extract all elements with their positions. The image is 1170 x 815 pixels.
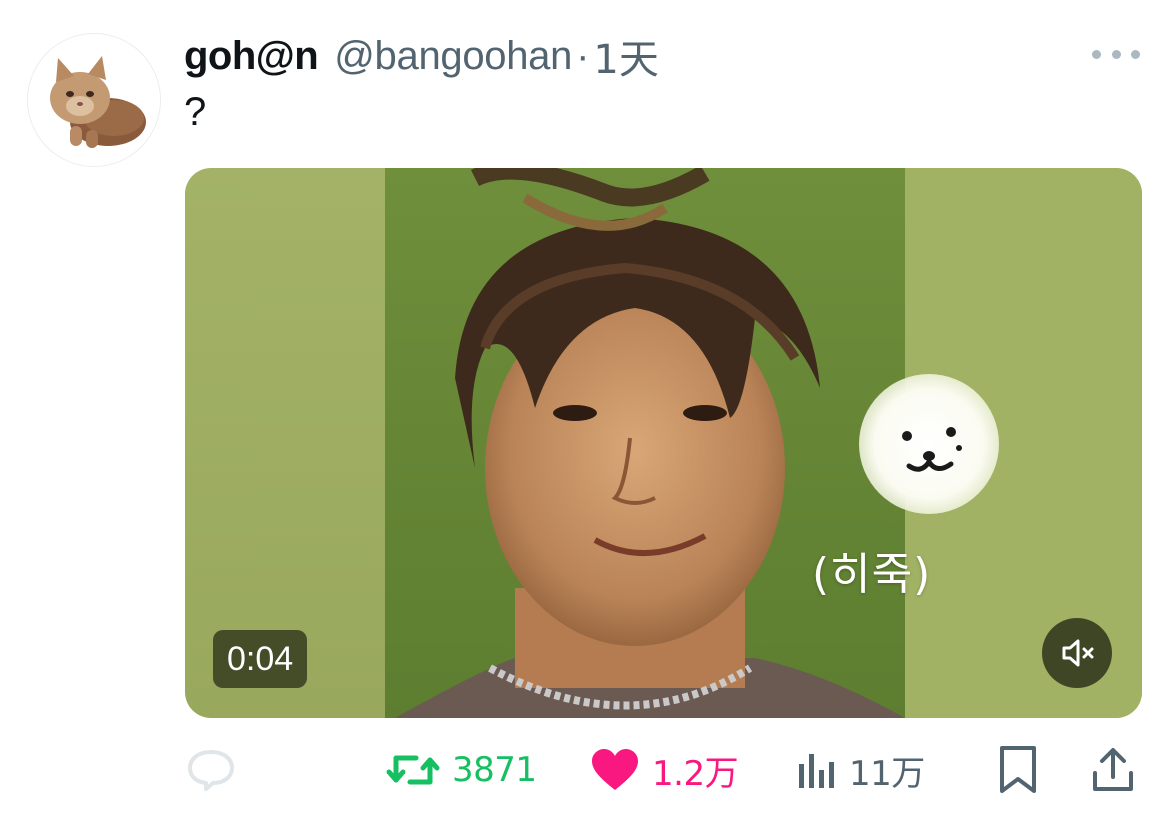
separator-dot: · [576,33,590,78]
reply-button[interactable] [186,740,248,800]
volume-muted-icon[interactable] [1042,618,1112,688]
views-count: 11万 [849,753,925,794]
display-name[interactable]: goh@n [184,34,319,79]
retweet-button[interactable]: 3871 [386,740,537,800]
dog-face-sticker [859,374,999,514]
reply-icon [188,750,234,791]
tweet: goh@n @bangoohan · 1天 ? (히죽) 0:04 3871 1… [0,0,1170,815]
tweet-header: goh@n @bangoohan · 1天 [184,28,659,84]
share-icon [1093,748,1133,791]
views-icon [799,754,834,788]
retweet-count: 3871 [452,750,537,790]
bookmark-button[interactable] [998,740,1038,800]
bookmark-icon [1000,746,1036,793]
video-caption: (히죽) [812,549,932,600]
views-button[interactable]: 11万 [797,740,925,800]
kitten-avatar-icon [28,34,160,166]
more-horizontal-icon[interactable] [1092,40,1140,68]
video-duration: 0:04 [213,630,308,688]
video-player[interactable]: (히죽) 0:04 [185,168,1142,718]
tweet-text: ? [184,90,207,134]
share-button[interactable] [1090,740,1136,800]
like-button[interactable]: 1.2万 [590,740,739,800]
heart-icon [592,749,638,790]
timestamp[interactable]: 1天 [593,27,658,85]
retweet-icon [386,755,440,785]
like-count: 1.2万 [652,753,739,794]
handle[interactable]: @bangoohan [334,34,572,79]
action-bar: 3871 1.2万 11万 [0,740,1170,800]
avatar[interactable] [27,33,161,167]
